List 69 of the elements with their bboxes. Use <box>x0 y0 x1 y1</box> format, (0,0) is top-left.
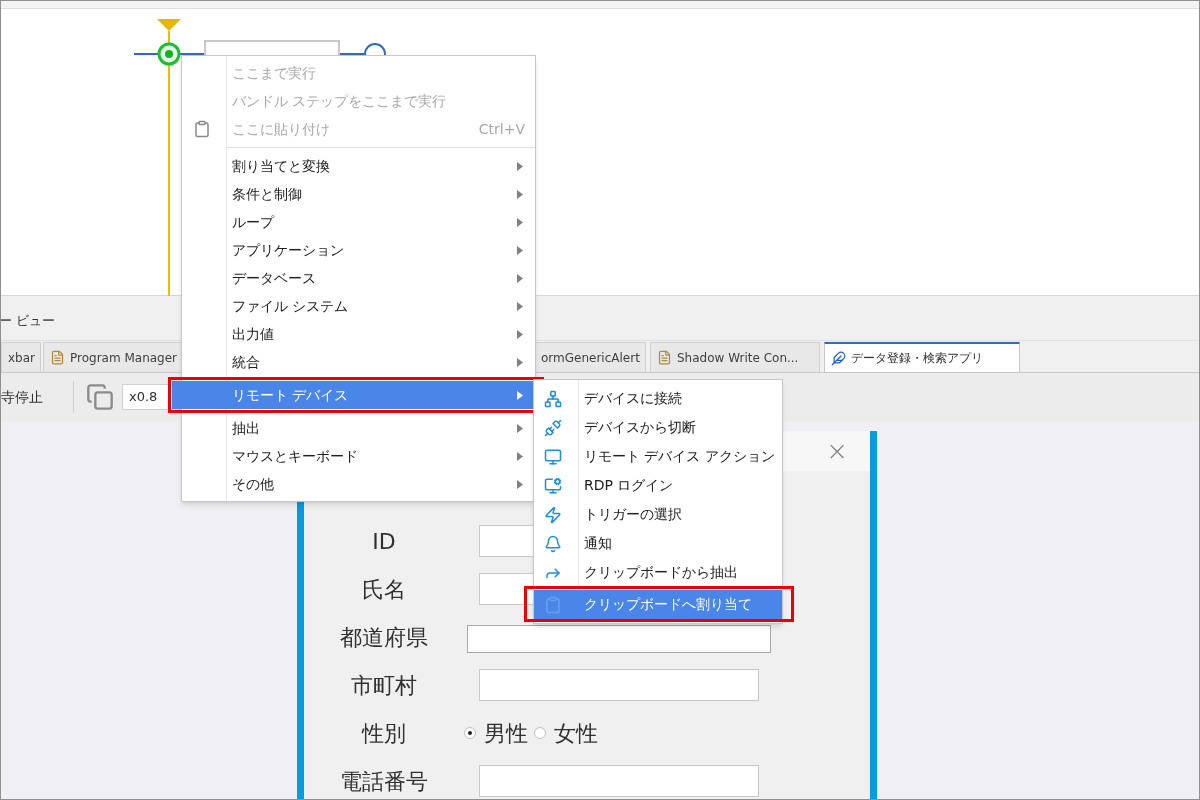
menu-item[interactable]: 条件と制御 <box>182 180 535 208</box>
submenu-arrow-icon <box>517 301 523 311</box>
field-label: 性別 <box>360 719 407 748</box>
submenu-arrow-icon <box>517 161 523 171</box>
feather-icon <box>831 350 846 366</box>
tab[interactable]: xbar <box>1 342 41 372</box>
network-icon <box>544 389 562 408</box>
bolt-icon <box>544 505 562 524</box>
page-icon <box>50 350 65 365</box>
menu-item[interactable]: デバイスに接続 <box>534 384 782 413</box>
submenu-arrow-icon <box>517 451 523 461</box>
menu-item[interactable]: RDP ログイン <box>534 471 782 500</box>
radio-button[interactable] <box>534 727 546 739</box>
menu-item[interactable]: リモート デバイス <box>172 381 535 409</box>
menu-item[interactable]: クリップボードから抽出 <box>534 558 782 587</box>
radio-label: 女性 <box>554 719 598 748</box>
submenu-arrow-icon <box>517 245 523 255</box>
field-label: 市町村 <box>350 671 418 700</box>
submenu-arrow-icon <box>517 390 523 400</box>
menu-item[interactable]: 割り当てと変換 <box>182 152 535 180</box>
marker-triangle-icon <box>157 19 181 31</box>
text-field[interactable] <box>479 669 759 701</box>
submenu-arrow-icon <box>517 189 523 199</box>
field-label: ID <box>371 527 397 556</box>
bell-icon <box>544 534 562 553</box>
menu-item[interactable]: トリガーの選択 <box>534 500 782 529</box>
text-field[interactable] <box>479 525 535 557</box>
menu-item[interactable]: 統合 <box>182 348 535 376</box>
menu-item[interactable]: ファイル システム <box>182 292 535 320</box>
page-icon <box>657 350 672 365</box>
submenu-arrow-icon <box>517 423 523 433</box>
select-field[interactable] <box>467 625 771 653</box>
tab[interactable]: データ登録・検索アプリ <box>824 342 1020 372</box>
submenu-arrow-icon <box>517 357 523 367</box>
menu-item[interactable]: デバイスから切断 <box>534 413 782 442</box>
tab[interactable]: Shadow Write Con... <box>650 342 820 372</box>
radio-label: 男性 <box>484 719 528 748</box>
pause-label[interactable]: 寺停止 <box>1 386 43 408</box>
radio-button[interactable] <box>464 727 476 739</box>
menu-item[interactable]: データベース <box>182 264 535 292</box>
submenu-arrow-icon <box>517 329 523 339</box>
tab[interactable]: ormGenericAlert <box>534 342 646 372</box>
start-node[interactable] <box>157 42 181 66</box>
text-field[interactable] <box>479 765 759 797</box>
menu-item[interactable]: 通知 <box>534 529 782 558</box>
menu-item[interactable]: 抽出 <box>182 414 535 442</box>
monitor-icon <box>544 447 562 466</box>
submenu-arrow-icon <box>517 273 523 283</box>
menu-item[interactable]: その他 <box>182 470 535 498</box>
clipboard-icon <box>193 120 211 138</box>
menu-item[interactable]: 出力値 <box>182 320 535 348</box>
menu-item[interactable]: アプリケーション <box>182 236 535 264</box>
window-icon[interactable] <box>86 383 114 411</box>
menu-item[interactable]: マウスとキーボード <box>182 442 535 470</box>
field-label: 電話番号 <box>339 767 429 796</box>
submenu-arrow-icon <box>517 217 523 227</box>
menu-item[interactable]: ループ <box>182 208 535 236</box>
tab[interactable]: Program Manager <box>43 342 183 372</box>
monitor-gear-icon <box>544 476 562 495</box>
unplug-icon <box>544 418 562 437</box>
field-label: 氏名 <box>361 575 407 604</box>
field-label: 都道府県 <box>339 623 429 652</box>
text-field[interactable] <box>479 573 535 605</box>
menu-item[interactable]: クリップボードへ割り当て <box>534 590 782 619</box>
submenu-arrow-icon <box>517 479 523 489</box>
panel-title: ー ビュー <box>1 311 56 330</box>
clipboard-icon <box>544 595 562 614</box>
close-button[interactable]: × <box>826 431 848 471</box>
menu-item[interactable]: リモート デバイス アクション <box>534 442 782 471</box>
